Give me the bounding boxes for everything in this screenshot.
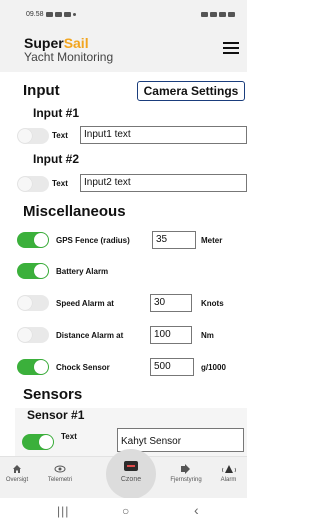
nav-item-oversigt[interactable]: Oversigt	[0, 457, 34, 499]
status-time: 09.58	[26, 10, 44, 18]
battery-alarm-label: Battery Alarm	[56, 267, 109, 276]
back-button[interactable]: ‹	[194, 502, 199, 518]
nav-label-alarm: Alarm	[220, 477, 237, 483]
speed-alarm-input[interactable]: 30	[150, 294, 192, 312]
nav-item-alarm[interactable]: Alarm	[212, 457, 245, 499]
input-2-text-field[interactable]: Input2 text	[80, 174, 247, 192]
gps-fence-label: GPS Fence (radius)	[56, 236, 130, 245]
gps-fence-unit: Meter	[201, 236, 223, 245]
input-2-text-label: Text	[52, 179, 68, 188]
toggle-knob	[34, 264, 48, 278]
status-bar: 09.58	[0, 0, 247, 28]
brand-sail: Sail	[63, 35, 89, 51]
hamburger-menu-icon[interactable]	[223, 42, 239, 54]
input-1-title: Input #1	[33, 106, 80, 120]
toggle-knob	[18, 177, 32, 191]
toggle-knob	[18, 328, 32, 342]
sensor-1-toggle[interactable]	[22, 434, 54, 450]
gps-fence-toggle[interactable]	[17, 232, 49, 248]
distance-alarm-toggle[interactable]	[17, 327, 49, 343]
section-title-input: Input	[23, 82, 60, 99]
input-1-text-field[interactable]: Input1 text	[80, 126, 247, 144]
home-button[interactable]: ○	[122, 504, 129, 518]
input-2-title: Input #2	[33, 152, 80, 166]
input-1-text-label: Text	[52, 131, 68, 140]
sensor-1-text-field[interactable]: Kahyt Sensor	[117, 428, 244, 452]
nav-item-czone[interactable]: Czone	[106, 449, 156, 499]
system-navigation-bar: ||| ○ ‹	[0, 498, 247, 524]
app-subtitle: Yacht Monitoring	[24, 50, 114, 64]
distance-alarm-label: Distance Alarm at	[56, 331, 124, 340]
cloud-icon	[54, 11, 62, 17]
mute-icon	[201, 11, 208, 17]
chock-sensor-input[interactable]: 500	[150, 358, 194, 376]
recents-button[interactable]: |||	[57, 504, 69, 518]
chock-sensor-toggle[interactable]	[17, 359, 49, 375]
settings-content[interactable]: Input Camera Settings Input #1 Text Inpu…	[0, 72, 247, 456]
bottom-navigation: Oversigt Telemetri Czone Fjernstyring Al…	[0, 449, 247, 499]
speed-alarm-unit: Knots	[201, 299, 224, 308]
chock-sensor-label: Chock Sensor	[56, 363, 110, 372]
status-left: 09.58	[26, 11, 76, 18]
section-title-sensors: Sensors	[23, 386, 83, 403]
speed-alarm-toggle[interactable]	[17, 295, 49, 311]
eye-icon	[54, 465, 66, 473]
brand-super: Super	[24, 35, 64, 51]
alarm-icon	[221, 465, 236, 473]
toggle-knob	[39, 435, 53, 449]
sync-icon	[63, 11, 71, 17]
app-header: SuperSail Yacht Monitoring	[0, 28, 247, 72]
speed-alarm-label: Speed Alarm at	[56, 299, 114, 308]
input-1-toggle[interactable]	[17, 128, 49, 144]
sensor-1-title: Sensor #1	[27, 408, 85, 422]
notification-dot-icon	[72, 12, 76, 16]
toggle-knob	[34, 233, 48, 247]
camera-settings-button[interactable]: Camera Settings	[137, 81, 245, 101]
status-right	[201, 11, 235, 17]
nav-label-fjernstyring: Fjernstyring	[170, 477, 202, 483]
toggle-knob	[18, 296, 32, 310]
nav-label-telemetri: Telemetri	[47, 477, 73, 483]
battery-alarm-toggle[interactable]	[17, 263, 49, 279]
toggle-knob	[18, 129, 32, 143]
gps-fence-input[interactable]: 35	[152, 231, 196, 249]
czone-icon	[124, 461, 138, 471]
nav-label-oversigt: Oversigt	[5, 477, 29, 483]
battery-icon	[228, 11, 235, 17]
signal-icon	[219, 11, 226, 17]
app-logo: SuperSail Yacht Monitoring	[24, 36, 113, 63]
distance-alarm-input[interactable]: 100	[150, 326, 192, 344]
remote-icon	[181, 464, 190, 474]
input-2-toggle[interactable]	[17, 176, 49, 192]
nav-item-fjernstyring[interactable]: Fjernstyring	[166, 457, 206, 499]
message-icon	[45, 11, 53, 17]
sensor-1-text-label: Text	[61, 432, 77, 441]
section-title-miscellaneous: Miscellaneous	[23, 203, 126, 220]
home-icon	[13, 465, 21, 473]
chock-sensor-unit: g/1000	[201, 363, 226, 372]
nav-item-telemetri[interactable]: Telemetri	[40, 457, 80, 499]
toggle-knob	[34, 360, 48, 374]
wifi-icon	[210, 11, 217, 17]
distance-alarm-unit: Nm	[201, 331, 214, 340]
nav-label-czone: Czone	[120, 476, 142, 483]
